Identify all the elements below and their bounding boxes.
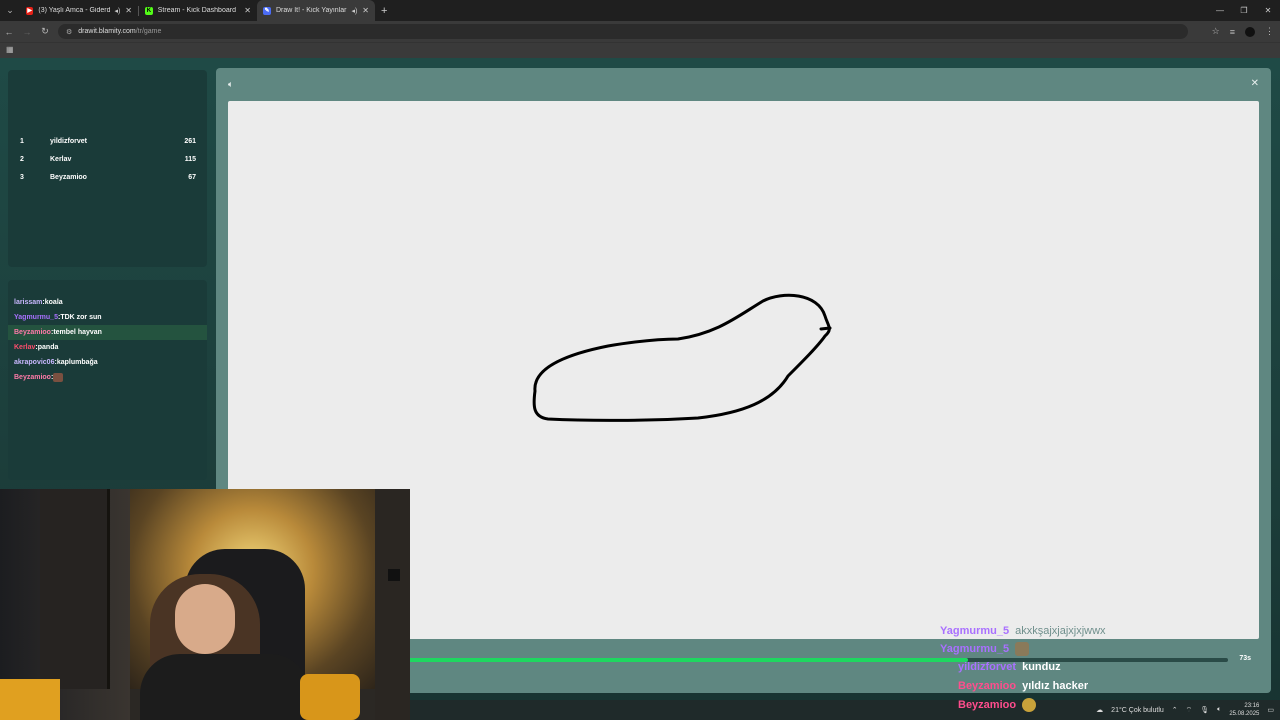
close-window-icon[interactable]: ✕ <box>1256 0 1280 21</box>
overlay-message: akxkşajxjajxjxjwwx <box>1015 625 1106 637</box>
back-icon[interactable]: ← <box>0 27 18 37</box>
close-tab-icon[interactable]: ✕ <box>244 6 251 15</box>
chat-message: Kerlav: panda <box>14 344 59 351</box>
chat-text: tembel hayvan <box>53 329 102 336</box>
notifications-icon[interactable]: ▭ <box>1267 706 1274 714</box>
desk-item <box>0 679 60 720</box>
drawit-icon: ✎ <box>263 6 271 15</box>
site-info-icon[interactable]: ⚙ <box>66 28 72 36</box>
rank: 2 <box>20 155 24 163</box>
kick-icon: K <box>145 6 153 15</box>
browser-tabbar: ⌄ ▶ (3) Yaşlı Amca - Giderdi Ho ◂) ✕ K S… <box>0 0 1280 21</box>
chat-username: Beyzamioo <box>14 374 51 381</box>
overlay-username: yildizforvet <box>958 661 1017 673</box>
player-score: 261 <box>184 137 196 145</box>
streamer-shirt <box>140 654 310 720</box>
wall-speaker <box>388 569 400 581</box>
chat-username: larissam <box>14 299 43 306</box>
rank: 3 <box>20 173 24 181</box>
leaderboard-row: 1 yildizforvet 261 <box>20 135 196 147</box>
chat-username: Beyzamioo <box>14 329 51 336</box>
overlay-chat-line: yildizforvet kunduz <box>958 658 1061 676</box>
bookmarks-bar: ▦ <box>0 42 1280 58</box>
close-tab-icon[interactable]: ✕ <box>125 6 132 15</box>
chat-username: akrapovic06 <box>14 359 55 366</box>
tab-title: (3) Yaşlı Amca - Giderdi Ho <box>38 7 111 14</box>
media-controls-icon[interactable]: ≡ <box>1230 27 1235 37</box>
close-game-icon[interactable]: ✕ <box>1251 78 1259 89</box>
player-name: yildizforvet <box>50 137 87 145</box>
chat-message: Yagmurmu_5: TDK zor sun <box>14 314 102 321</box>
window-controls: — ❐ ✕ <box>1208 0 1280 21</box>
url-path: /tr/game <box>135 28 162 35</box>
url-host: drawit.blamity.com <box>78 28 136 35</box>
player-score: 115 <box>184 155 196 163</box>
url-field[interactable]: ⚙ drawit.blamity.com /tr/game <box>58 24 1188 39</box>
overlay-chat-line: Beyzamioo yıldız hacker <box>958 677 1088 695</box>
leaderboard-row: 2 Kerlav 115 <box>20 153 196 165</box>
tab-drawit[interactable]: ✎ Draw It! - Kick Yayınları İçin ◂) ✕ <box>257 0 375 21</box>
tab-title: Draw It! - Kick Yayınları İçin <box>275 7 348 14</box>
overlay-chat-line: Beyzamioo <box>958 696 1037 714</box>
overlay-message: kunduz <box>1022 661 1061 673</box>
chat-username: Kerlav <box>14 344 36 351</box>
player-name: Beyzamioo <box>50 173 87 181</box>
overlay-username: Yagmurmu_5 <box>940 625 1010 637</box>
maximize-icon[interactable]: ❐ <box>1232 0 1256 21</box>
streamer-face <box>175 584 235 654</box>
chat-message-correct: Beyzamioo: tembel hayvan <box>8 325 207 340</box>
speaker-icon[interactable]: ◂) <box>114 7 120 15</box>
webcam-feed <box>0 489 410 720</box>
tab-title: Stream - Kick Dashboard <box>157 7 236 14</box>
chat-text: kaplumbağa <box>56 359 98 366</box>
overlay-username: Yagmurmu_5 <box>940 643 1010 655</box>
address-bar-row: ← → ↻ ⚙ drawit.blamity.com /tr/game ☆ ≡ … <box>0 21 1280 42</box>
overlay-message: yıldız hacker <box>1022 680 1089 692</box>
emote-icon <box>1015 642 1030 656</box>
apps-grid-icon[interactable]: ▦ <box>6 45 14 54</box>
toolbar-actions: ☆ ≡ ⋮ <box>1212 21 1274 42</box>
webcam-door <box>40 489 110 689</box>
speaker-icon[interactable]: ◂) <box>351 7 357 15</box>
overlay-username: Beyzamioo <box>958 699 1017 711</box>
desk-item <box>300 674 360 720</box>
emote-icon <box>1022 698 1037 712</box>
profile-avatar[interactable] <box>1245 26 1255 37</box>
rank: 1 <box>20 137 24 145</box>
youtube-icon: ▶ <box>26 6 34 15</box>
overlay-chat-line: Yagmurmu_5 <box>940 640 1030 658</box>
player-score: 67 <box>188 173 196 181</box>
overlay-username: Beyzamioo <box>958 680 1017 692</box>
chat-text: koala <box>44 299 63 306</box>
leaderboard-panel: 1 yildizforvet 261 2 Kerlav 115 3 Beyzam… <box>8 70 207 267</box>
new-tab-icon[interactable]: + <box>381 5 387 17</box>
webcam-wall-right <box>375 489 410 720</box>
tab-kick-dashboard[interactable]: K Stream - Kick Dashboard ✕ <box>139 0 257 21</box>
minimize-icon[interactable]: — <box>1208 0 1232 21</box>
guess-chat-panel: larissam: koala Yagmurmu_5: TDK zor sun Be… <box>8 280 207 480</box>
forward-icon[interactable]: → <box>18 27 36 37</box>
chat-text: TDK zor sun <box>60 314 102 321</box>
chat-text: panda <box>37 344 59 351</box>
sound-toggle-icon[interactable]: 🔈︎ <box>228 79 233 90</box>
bookmark-star-icon[interactable]: ☆ <box>1212 26 1220 37</box>
chat-message: akrapovic06: kaplumbağa <box>14 359 98 366</box>
overlay-chat-line: Yagmurmu_5 akxkşajxjajxjxjwwx <box>940 622 1106 640</box>
reload-icon[interactable]: ↻ <box>36 26 54 37</box>
emote-icon <box>53 373 64 382</box>
chat-username: Yagmurmu_5 <box>14 314 58 321</box>
chat-message: larissam: koala <box>14 299 63 306</box>
tab-youtube[interactable]: ▶ (3) Yaşlı Amca - Giderdi Ho ◂) ✕ <box>20 0 138 21</box>
chat-message: Beyzamioo: <box>8 370 207 385</box>
tab-search-icon[interactable]: ⌄ <box>0 0 20 21</box>
stream-chat-overlay: Yagmurmu_5 akxkşajxjajxjxjwwx Yagmurmu_5… <box>940 622 1240 720</box>
menu-dots-icon[interactable]: ⋮ <box>1265 26 1274 37</box>
leaderboard-row: 3 Beyzamioo 67 <box>20 171 196 183</box>
player-name: Kerlav <box>50 155 72 163</box>
timer-seconds: 73s <box>1239 655 1251 662</box>
close-tab-icon[interactable]: ✕ <box>362 6 369 15</box>
